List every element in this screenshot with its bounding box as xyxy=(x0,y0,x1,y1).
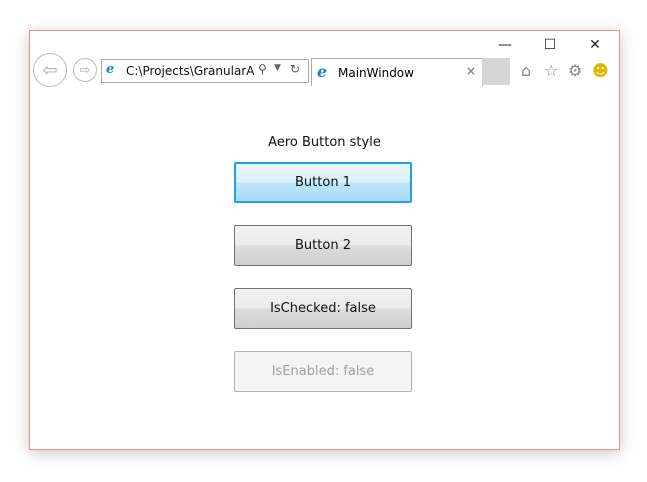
ie-tab-icon: e xyxy=(317,62,328,81)
favorites-star-icon[interactable]: ☆ xyxy=(544,61,558,80)
settings-gear-icon[interactable]: ⚙ xyxy=(568,61,582,80)
minimize-button[interactable]: — xyxy=(482,37,528,53)
tab-close-icon[interactable]: × xyxy=(466,64,476,78)
back-arrow-icon: ⇦ xyxy=(42,59,58,81)
address-bar[interactable]: e C:\Projects\GranularApp ⚲ ▼ ↻ xyxy=(101,59,309,83)
tab-title: MainWindow xyxy=(338,66,414,80)
close-button[interactable]: ✕ xyxy=(572,37,618,53)
home-icon[interactable]: ⌂ xyxy=(521,61,531,80)
ie-page-icon: e xyxy=(106,62,115,77)
maximize-button[interactable]: ☐ xyxy=(527,37,573,53)
forward-button[interactable]: ⇨ xyxy=(73,58,97,82)
tab-mainwindow[interactable]: e MainWindow × xyxy=(311,58,483,86)
ischecked-toggle-button[interactable]: IsChecked: false xyxy=(234,288,412,329)
button-1[interactable]: Button 1 xyxy=(234,162,412,203)
refresh-icon[interactable]: ↻ xyxy=(290,62,300,76)
back-button[interactable]: ⇦ xyxy=(33,53,67,87)
browser-window: — ☐ ✕ ⇦ ⇨ e C:\Projects\GranularApp ⚲ ▼ … xyxy=(29,30,620,450)
forward-arrow-icon: ⇨ xyxy=(79,62,91,78)
address-text[interactable]: C:\Projects\GranularApp xyxy=(126,64,254,78)
style-label: Aero Button style xyxy=(268,135,381,150)
new-tab-button[interactable] xyxy=(482,58,510,85)
disabled-button: IsEnabled: false xyxy=(234,351,412,392)
button-2[interactable]: Button 2 xyxy=(234,225,412,266)
smiley-feedback-icon[interactable]: ☻ xyxy=(592,61,609,80)
dropdown-icon[interactable]: ▼ xyxy=(274,63,281,73)
search-icon[interactable]: ⚲ xyxy=(258,62,267,76)
